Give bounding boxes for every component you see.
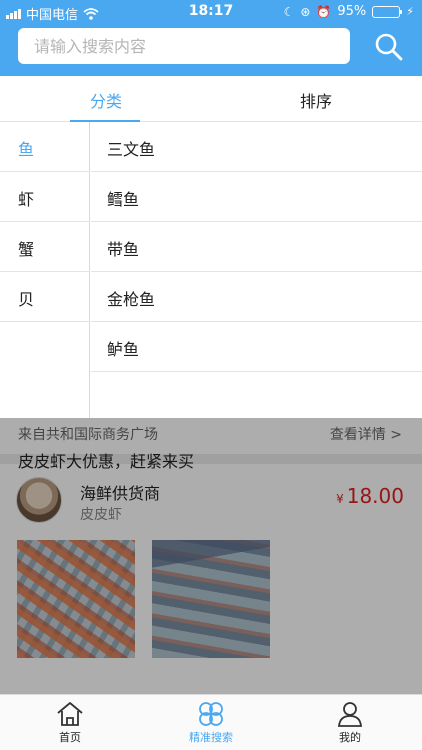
nav-mine-label: 我的 [339, 731, 361, 744]
category-item-fish[interactable]: 鱼 [0, 122, 90, 172]
tab-category[interactable]: 分类 [90, 88, 122, 112]
category-panel: 鱼 虾 蟹 贝 三文鱼 鳕鱼 带鱼 金枪鱼 鲈鱼 [0, 122, 422, 418]
alarm-icon: ⏰ [316, 4, 332, 19]
rotation-lock-icon: ⊛ [300, 4, 311, 19]
subcategory-item[interactable]: 鳕鱼 [91, 172, 422, 222]
search-icon[interactable] [372, 30, 406, 64]
moon-icon: ☾ [283, 4, 295, 19]
nav-precise-search[interactable]: 精准搜索 [161, 701, 261, 745]
clover-icon [199, 702, 223, 726]
status-bar: 中国电信 18:17 ☾ ⊛ ⏰ 95% ⚡ [0, 0, 422, 24]
nav-home[interactable]: 首页 [20, 701, 120, 745]
category-item-shellfish[interactable]: 贝 [0, 272, 90, 322]
user-icon [338, 702, 362, 727]
category-item-crab[interactable]: 蟹 [0, 222, 90, 272]
battery-icon [372, 5, 403, 18]
search-input[interactable] [18, 28, 350, 64]
nav-home-label: 首页 [59, 731, 81, 744]
filter-tabs: 分类 排序 [0, 76, 422, 122]
subcategory-item[interactable]: 三文鱼 [91, 122, 422, 172]
tab-sort[interactable]: 排序 [300, 88, 332, 112]
charging-icon: ⚡ [406, 5, 414, 18]
subcategory-item[interactable]: 鲈鱼 [91, 322, 422, 372]
category-list: 鱼 虾 蟹 贝 [0, 122, 90, 418]
bottom-nav: 首页 精准搜索 我的 [0, 694, 422, 750]
status-right: ☾ ⊛ ⏰ 95% ⚡ [284, 4, 414, 19]
subcategory-item[interactable]: 金枪鱼 [91, 272, 422, 322]
nav-mine[interactable]: 我的 [300, 701, 400, 745]
nav-search-label: 精准搜索 [189, 731, 233, 744]
header-bar: 中国电信 18:17 ☾ ⊛ ⏰ 95% ⚡ [0, 0, 422, 76]
subcategory-item[interactable]: 带鱼 [91, 222, 422, 272]
subcategory-list: 三文鱼 鳕鱼 带鱼 金枪鱼 鲈鱼 [91, 122, 422, 418]
category-item-shrimp[interactable]: 虾 [0, 172, 90, 222]
battery-percent: 95% [337, 4, 367, 19]
home-icon [57, 702, 83, 726]
